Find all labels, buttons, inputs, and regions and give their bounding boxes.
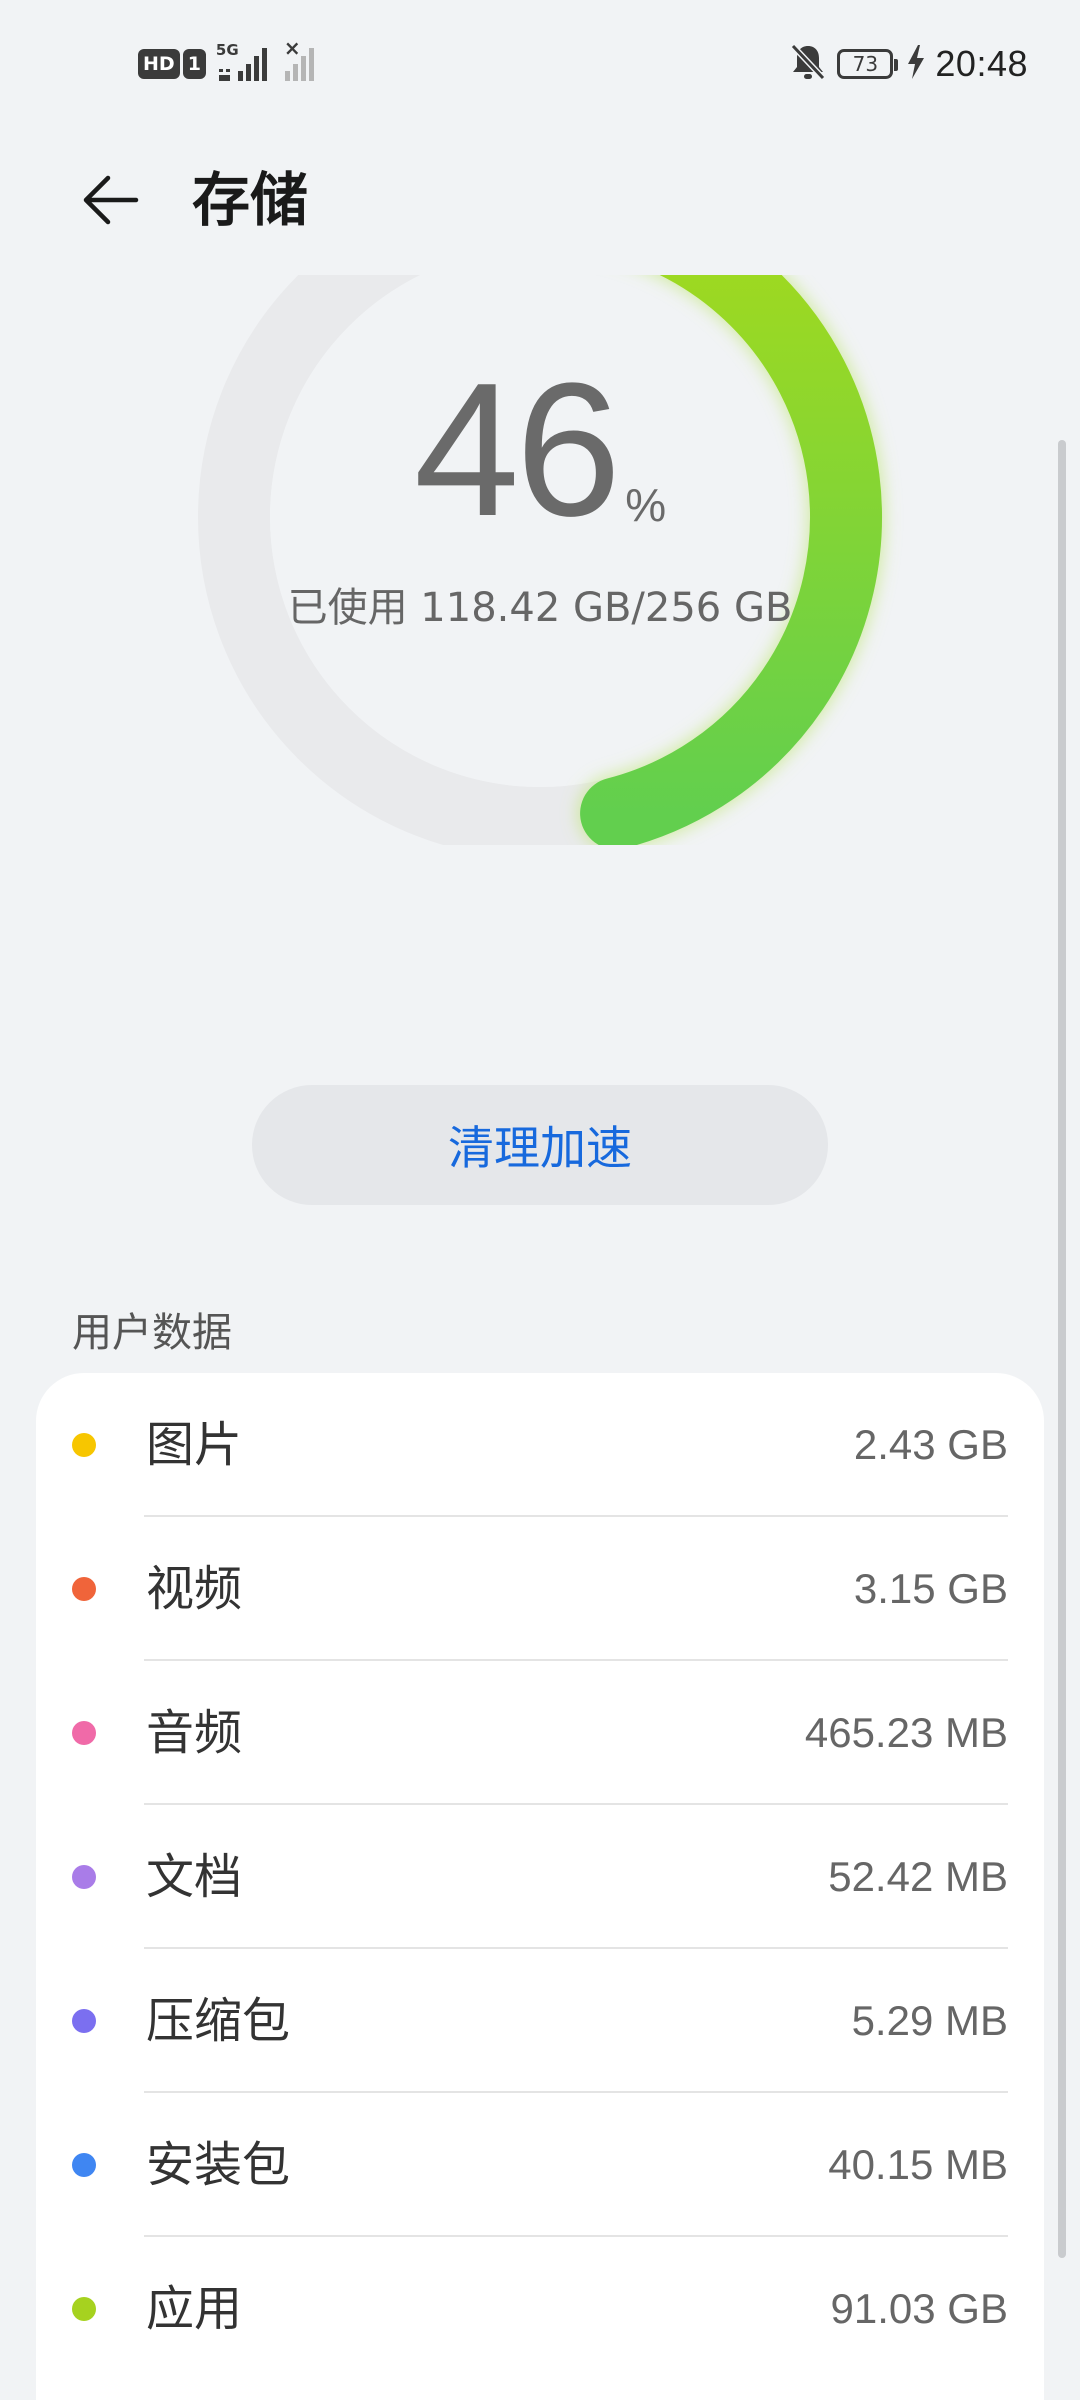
category-size: 3.15 GB	[853, 1565, 1008, 1612]
status-right: 73 20:48	[789, 42, 1028, 86]
storage-gauge: 46 % 已使用 118.42 GB/256 GB	[0, 275, 1080, 845]
status-left: HD 1 5G ×	[138, 38, 322, 84]
scrollbar[interactable]	[1058, 440, 1066, 2258]
list-item[interactable]: 压缩包 5.29 MB	[36, 1949, 1044, 2093]
category-label: 视频	[146, 1561, 243, 1617]
category-label: 图片	[146, 1417, 243, 1473]
arrow-left-icon	[83, 175, 139, 225]
charging-bolt-icon	[907, 45, 925, 83]
category-color-dot	[72, 1433, 96, 1457]
user-data-section-title: 用户数据	[72, 1310, 232, 1356]
gauge-text: 46 % 已使用 118.42 GB/256 GB	[0, 275, 1080, 845]
category-size: 5.29 MB	[851, 1997, 1008, 2044]
battery-icon: 73	[837, 49, 899, 79]
category-label: 安装包	[146, 2137, 291, 2193]
clean-accelerate-button[interactable]: 清理加速	[252, 1085, 828, 1205]
page-title: 存储	[192, 166, 309, 234]
list-item[interactable]: 音频 465.23 MB	[36, 1661, 1044, 1805]
sim-tag: 1	[182, 49, 206, 79]
status-bar: HD 1 5G × 73 20:48	[0, 0, 1080, 130]
signal-no-sim-icon: ×	[282, 38, 322, 83]
hd-tag: HD	[138, 49, 180, 79]
category-size: 91.03 GB	[830, 2285, 1008, 2332]
category-color-dot	[72, 2009, 96, 2033]
sim2-mark: ×	[283, 36, 301, 60]
hd-icon: HD 1	[138, 49, 206, 79]
category-size: 2.43 GB	[853, 1421, 1008, 1468]
category-color-dot	[72, 1865, 96, 1889]
category-label: 压缩包	[146, 1993, 291, 2049]
category-color-dot	[72, 2153, 96, 2177]
category-color-dot	[72, 2297, 96, 2321]
category-size: 40.15 MB	[828, 2141, 1008, 2188]
category-size: 52.42 MB	[828, 1853, 1008, 1900]
content-scroll-area[interactable]: 46 % 已使用 118.42 GB/256 GB 清理加速 用户数据 图片 2.…	[0, 275, 1080, 2400]
back-button[interactable]	[60, 150, 160, 250]
clock: 20:48	[935, 43, 1028, 84]
app-header: 存储	[0, 130, 1080, 270]
used-capacity-text: 已使用 118.42 GB/256 GB	[287, 585, 793, 631]
network-type-label: 5G	[215, 41, 239, 59]
list-item[interactable]: 应用 91.03 GB	[36, 2237, 1044, 2381]
percent-sign: %	[625, 479, 667, 531]
user-data-list: 图片 2.43 GB 视频 3.15 GB 音频 465.23 MB 文档 52.42 MB 压…	[36, 1373, 1044, 2400]
category-color-dot	[72, 1577, 96, 1601]
category-color-dot	[72, 1721, 96, 1745]
bell-off-icon	[789, 42, 827, 86]
storage-screen: HD 1 5G × 73 20:48 存储 46 % 已使用 118.42 GB…	[0, 0, 1080, 2400]
category-label: 应用	[146, 2281, 243, 2337]
percent-readout: 46 %	[0, 344, 1080, 556]
category-label: 音频	[146, 1705, 243, 1761]
list-item[interactable]: 安装包 40.15 MB	[36, 2093, 1044, 2237]
percent-value: 46	[413, 344, 621, 556]
category-label: 文档	[146, 1849, 243, 1905]
list-item[interactable]: 文档 52.42 MB	[36, 1805, 1044, 1949]
list-item[interactable]: 视频 3.15 GB	[36, 1517, 1044, 1661]
category-size: 465.23 MB	[804, 1709, 1008, 1756]
signal-icon: 5G	[215, 41, 272, 83]
list-item[interactable]: 图片 2.43 GB	[36, 1373, 1044, 1517]
